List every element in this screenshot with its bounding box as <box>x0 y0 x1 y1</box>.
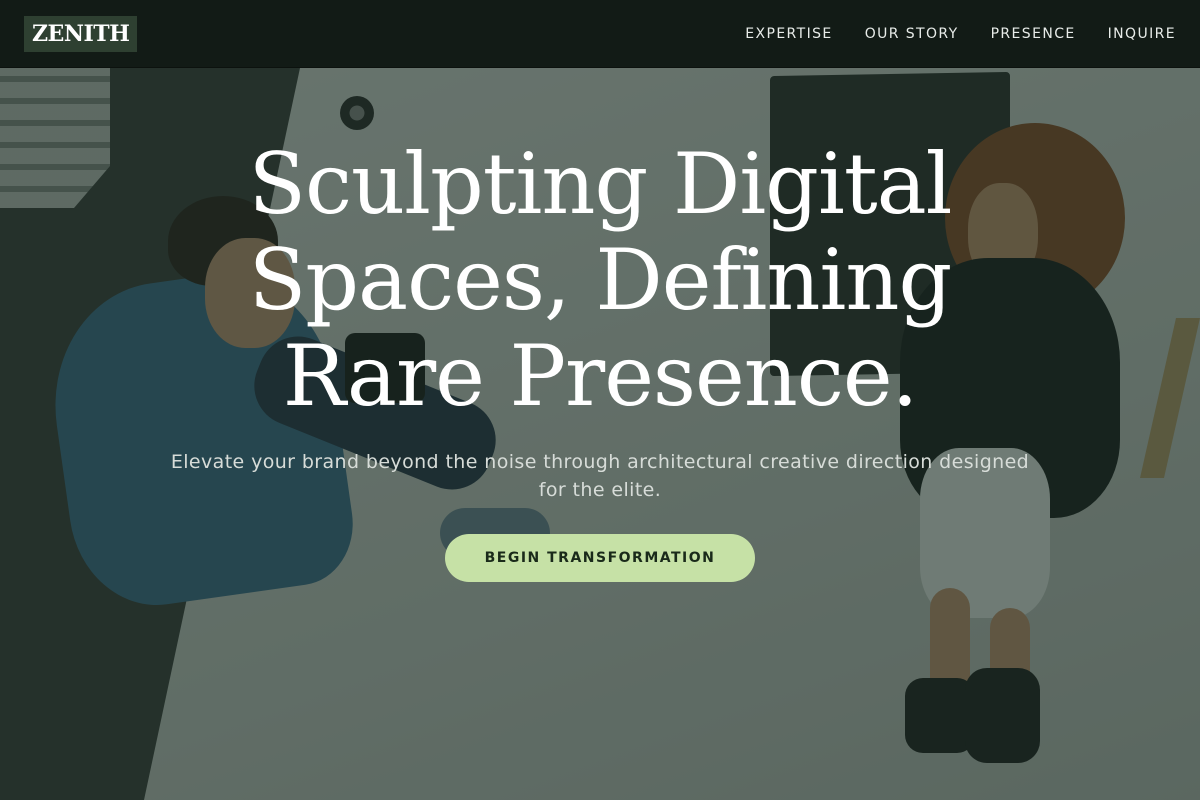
logo[interactable]: ZENITH <box>24 15 138 52</box>
nav-link-inquire[interactable]: INQUIRE <box>1108 26 1176 42</box>
nav-link-our-story[interactable]: OUR STORY <box>865 26 959 42</box>
hero-content: Sculpting Digital Spaces, Defining Rare … <box>0 68 1200 800</box>
begin-transformation-button[interactable]: BEGIN TRANSFORMATION <box>444 534 756 582</box>
hero-section: Sculpting Digital Spaces, Defining Rare … <box>0 68 1200 800</box>
nav-link-expertise[interactable]: EXPERTISE <box>745 26 832 42</box>
nav-link-presence[interactable]: PRESENCE <box>991 26 1076 42</box>
main-nav: EXPERTISE OUR STORY PRESENCE INQUIRE <box>745 26 1176 42</box>
site-header: ZENITH EXPERTISE OUR STORY PRESENCE INQU… <box>0 0 1200 68</box>
hero-headline: Sculpting Digital Spaces, Defining Rare … <box>248 135 952 425</box>
hero-subheadline: Elevate your brand beyond the noise thro… <box>170 451 1030 501</box>
